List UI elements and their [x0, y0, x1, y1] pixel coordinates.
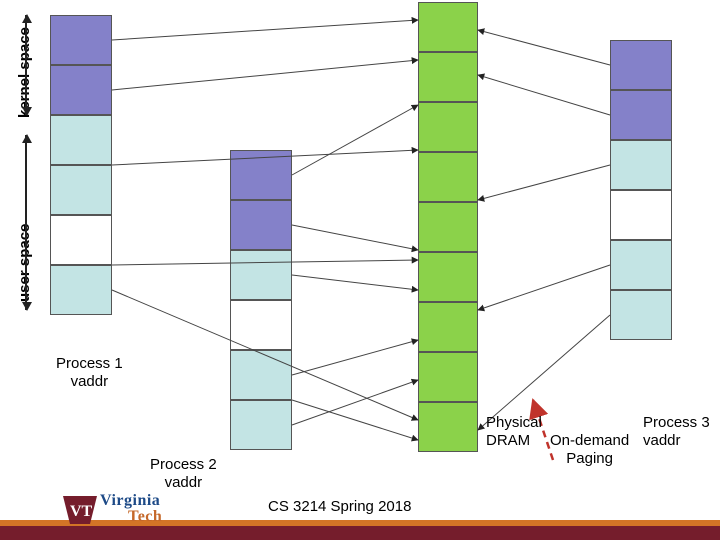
label-dram: Physical DRAM — [486, 414, 542, 450]
frame-0 — [418, 2, 478, 52]
p3-page-u2 — [610, 240, 672, 290]
frame-6 — [418, 302, 478, 352]
p1-page-u1 — [50, 165, 112, 215]
p1-page-u3 — [50, 265, 112, 315]
p3-page-u3 — [610, 290, 672, 340]
label-ondemand: On-demand Paging — [550, 432, 629, 468]
vt-shield-icon: VT — [60, 490, 100, 530]
axis-arrow-kernel — [25, 15, 27, 115]
label-process1: Process 1 vaddr — [56, 355, 123, 391]
footer-bar-maroon — [0, 526, 720, 540]
label-process2: Process 2 vaddr — [150, 456, 217, 492]
p2-page-u3 — [230, 400, 292, 450]
p2-page-u1 — [230, 300, 292, 350]
p1-page-u2 — [50, 215, 112, 265]
p3-page-k1 — [610, 90, 672, 140]
p2-page-u0 — [230, 250, 292, 300]
p3-page-k0 — [610, 40, 672, 90]
p2-page-k1 — [230, 200, 292, 250]
p3-page-u1 — [610, 190, 672, 240]
p1-page-k1 — [50, 65, 112, 115]
p2-page-u2 — [230, 350, 292, 400]
frame-7 — [418, 352, 478, 402]
p2-page-k0 — [230, 150, 292, 200]
frame-5 — [418, 252, 478, 302]
diagram-canvas: kernel space user space — [0, 0, 720, 540]
p1-page-u0 — [50, 115, 112, 165]
frame-2 — [418, 102, 478, 152]
frame-1 — [418, 52, 478, 102]
p3-page-u0 — [610, 140, 672, 190]
frame-8 — [418, 402, 478, 452]
logo-word-2: Tech — [128, 508, 162, 526]
svg-text:VT: VT — [70, 503, 93, 520]
axis-arrow-user — [25, 135, 27, 310]
frame-4 — [418, 202, 478, 252]
footer-course: CS 3214 Spring 2018 — [268, 498, 411, 515]
frame-3 — [418, 152, 478, 202]
label-process3: Process 3 vaddr — [643, 414, 710, 450]
p1-page-k0 — [50, 15, 112, 65]
